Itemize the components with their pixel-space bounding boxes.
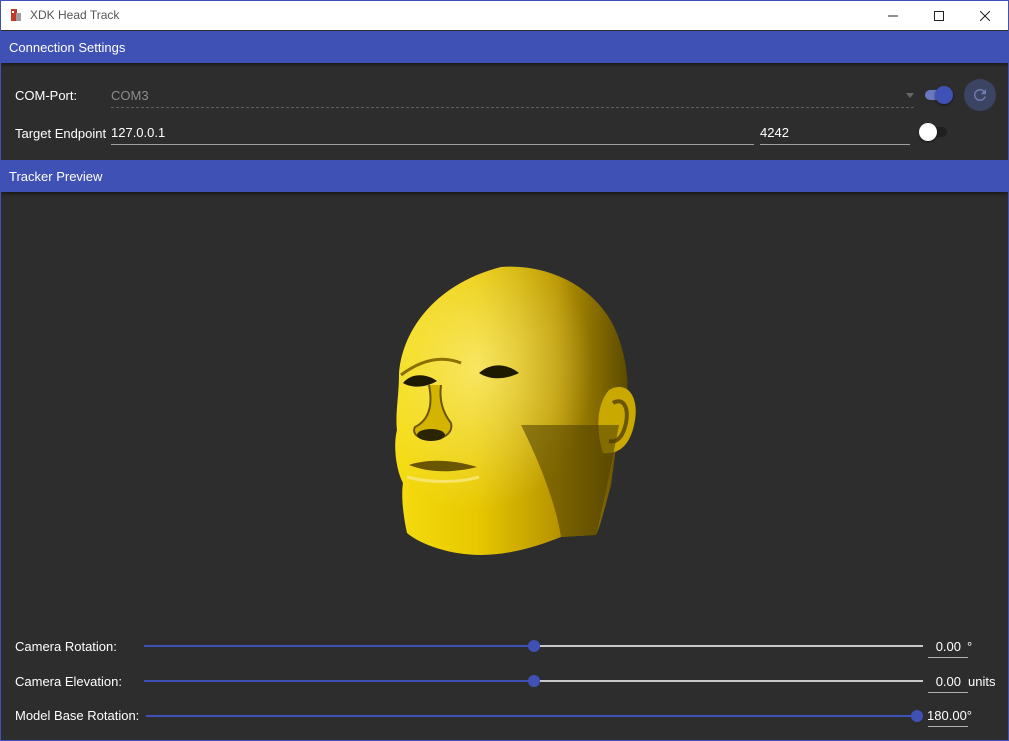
target-endpoint-label: Target Endpoint [15, 126, 107, 141]
camera-rotation-unit: ° [967, 639, 973, 654]
model-base-rotation-label: Model Base Rotation: [15, 708, 140, 723]
tracker-preview-title: Tracker Preview [9, 168, 103, 184]
port-value: 4242 [760, 125, 789, 140]
app-window: XDK Head Track Connection Settings COM-P… [0, 0, 1009, 741]
refresh-icon [974, 89, 986, 101]
slider-fill [146, 715, 917, 717]
toggle-thumb [919, 123, 937, 141]
camera-rotation-value: 0.00 [935, 639, 961, 654]
camera-elevation-value: 0.00 [935, 674, 961, 689]
slider-thumb[interactable] [911, 710, 923, 722]
camera-rotation-label: Camera Rotation: [15, 639, 117, 654]
endpoint-toggle[interactable] [919, 122, 949, 142]
window-title: XDK Head Track [30, 8, 120, 22]
maximize-icon [934, 10, 944, 21]
model-base-rotation-value-input[interactable]: 180.00° [927, 706, 972, 727]
camera-elevation-label: Camera Elevation: [15, 674, 122, 689]
com-port-select[interactable]: COM3 [111, 85, 914, 108]
com-port-toggle[interactable] [923, 85, 953, 105]
close-icon [980, 10, 990, 21]
slider-fill [144, 680, 534, 682]
connection-settings-header[interactable]: Connection Settings [1, 31, 1008, 63]
slider-thumb[interactable] [528, 640, 540, 652]
close-button[interactable] [962, 1, 1008, 30]
camera-elevation-slider[interactable] [144, 675, 923, 687]
toggle-thumb [935, 86, 953, 104]
tracker-preview-header[interactable]: Tracker Preview [1, 160, 1008, 192]
chevron-down-icon [906, 93, 914, 98]
connection-settings-title: Connection Settings [9, 39, 126, 55]
slider-fill [144, 645, 534, 647]
app-icon [11, 9, 21, 21]
minimize-button[interactable] [870, 1, 916, 30]
title-bar: XDK Head Track [1, 1, 1008, 30]
model-base-rotation-slider[interactable] [146, 710, 923, 722]
nostril [417, 429, 445, 441]
camera-rotation-slider[interactable] [144, 640, 923, 652]
com-port-label: COM-Port: [15, 88, 78, 103]
camera-rotation-value-input[interactable]: 0.00 [928, 637, 968, 658]
refresh-button[interactable] [964, 79, 996, 111]
ip-address-value: 127.0.0.1 [111, 125, 166, 140]
camera-elevation-unit: units [968, 674, 996, 689]
head-model[interactable] [381, 255, 641, 565]
port-input[interactable]: 4242 [760, 122, 910, 145]
camera-elevation-value-input[interactable]: 0.00 [928, 672, 968, 693]
com-port-value: COM3 [111, 88, 149, 103]
slider-thumb[interactable] [528, 675, 540, 687]
maximize-button[interactable] [916, 1, 962, 30]
ip-address-input[interactable]: 127.0.0.1 [111, 122, 754, 145]
minimize-icon [888, 15, 898, 16]
model-base-rotation-value: 180.00° [927, 708, 972, 723]
